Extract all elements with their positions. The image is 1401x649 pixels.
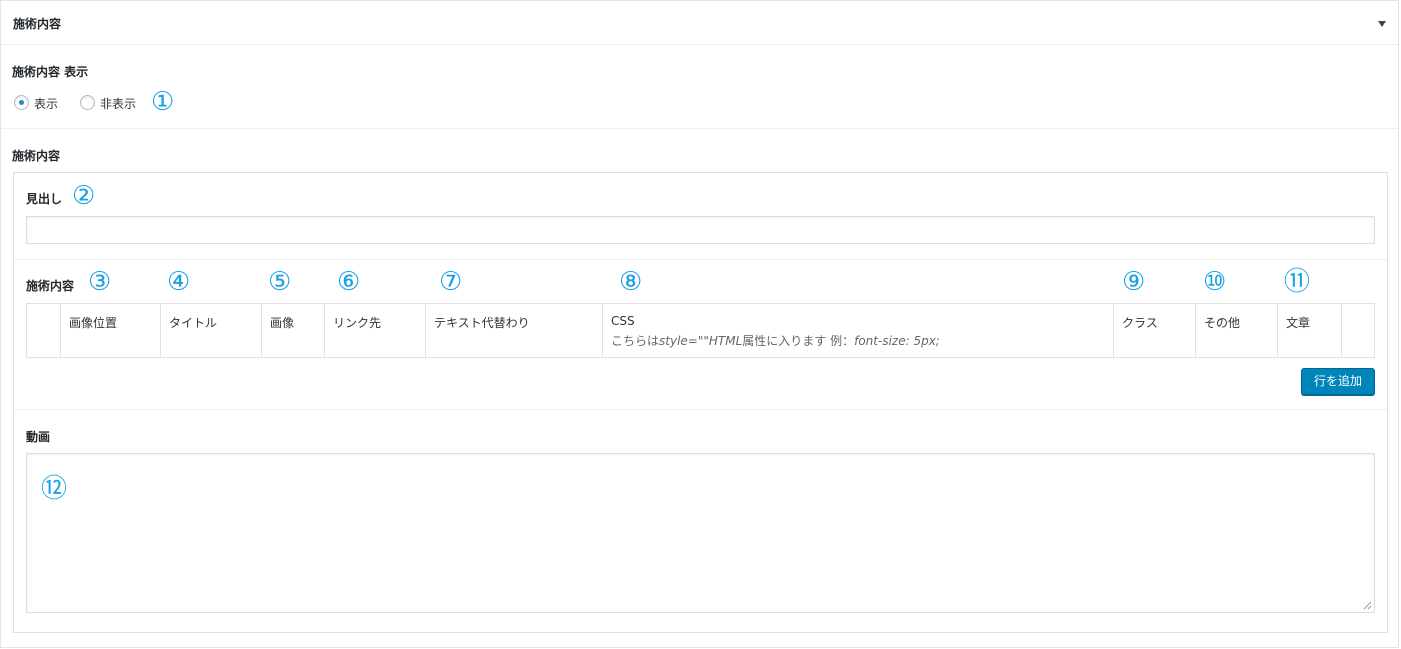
triangle-down-icon[interactable] <box>1374 14 1390 32</box>
annotation-badge-3: ③ <box>88 267 112 297</box>
column-header-class: クラス <box>1114 304 1196 357</box>
column-label: 画像位置 <box>69 316 118 330</box>
display-field-label: 施術内容 表示 <box>12 65 89 79</box>
column-label: クラス <box>1122 316 1158 330</box>
column-label: CSS <box>611 314 635 328</box>
heading-field-label: 見出し <box>26 192 63 206</box>
annotation-badge-10: ⑩ <box>1203 267 1227 297</box>
radio-show[interactable] <box>14 95 29 110</box>
annotation-badge-5: ⑤ <box>268 267 292 297</box>
order-column-header <box>27 304 61 357</box>
divider <box>1 128 1398 129</box>
radio-hide-label: 非表示 <box>100 97 137 111</box>
heading-input[interactable] <box>26 216 1375 244</box>
column-header-title: タイトル <box>161 304 262 357</box>
add-row-button[interactable]: 行を追加 <box>1301 368 1375 395</box>
annotation-badge-12: ⑫ <box>41 474 68 504</box>
css-instructions: こちらはstyle=""HTML属性に入ります 例：font-size: 5px… <box>611 334 940 348</box>
divider <box>14 259 1387 260</box>
column-label: 画像 <box>270 316 295 330</box>
annotation-badge-1: ① <box>151 87 175 117</box>
annotation-badge-2: ② <box>72 181 96 211</box>
column-header-alt-text: テキスト代替わり <box>426 304 603 357</box>
column-label: タイトル <box>169 316 218 330</box>
column-header-image-position: 画像位置 <box>61 304 161 357</box>
column-header-link: リンク先 <box>325 304 426 357</box>
video-field-label: 動画 <box>26 430 51 444</box>
resize-handle-icon[interactable] <box>1363 601 1372 610</box>
column-label: テキスト代替わり <box>434 316 530 330</box>
repeater-label: 施術内容 <box>26 279 75 293</box>
panel-header[interactable]: 施術内容 <box>1 1 1398 45</box>
column-label: その他 <box>1204 316 1241 330</box>
column-header-image: 画像 <box>262 304 325 357</box>
column-label: 文章 <box>1286 316 1311 330</box>
radio-hide[interactable] <box>80 95 95 110</box>
annotation-badge-8: ⑧ <box>619 267 643 297</box>
annotation-badge-7: ⑦ <box>439 267 463 297</box>
annotation-badge-6: ⑥ <box>337 267 361 297</box>
panel-title: 施術内容 <box>13 17 62 31</box>
column-header-other: その他 <box>1196 304 1278 357</box>
radio-show-label: 表示 <box>34 97 59 111</box>
column-header-css: CSS こちらはstyle=""HTML属性に入ります 例：font-size:… <box>603 304 1114 357</box>
video-textarea[interactable] <box>26 453 1375 613</box>
annotation-badge-11: ⑪ <box>1284 267 1311 297</box>
annotation-badge-4: ④ <box>167 267 191 297</box>
divider <box>14 409 1387 410</box>
column-label: リンク先 <box>333 316 382 330</box>
column-header-text: 文章 <box>1278 304 1342 357</box>
repeater-table: 画像位置 タイトル 画像 リンク先 テキスト代替わり CSS こちらはstyle… <box>26 303 1375 358</box>
group-label: 施術内容 <box>12 149 61 163</box>
annotation-badge-9: ⑨ <box>1122 267 1146 297</box>
